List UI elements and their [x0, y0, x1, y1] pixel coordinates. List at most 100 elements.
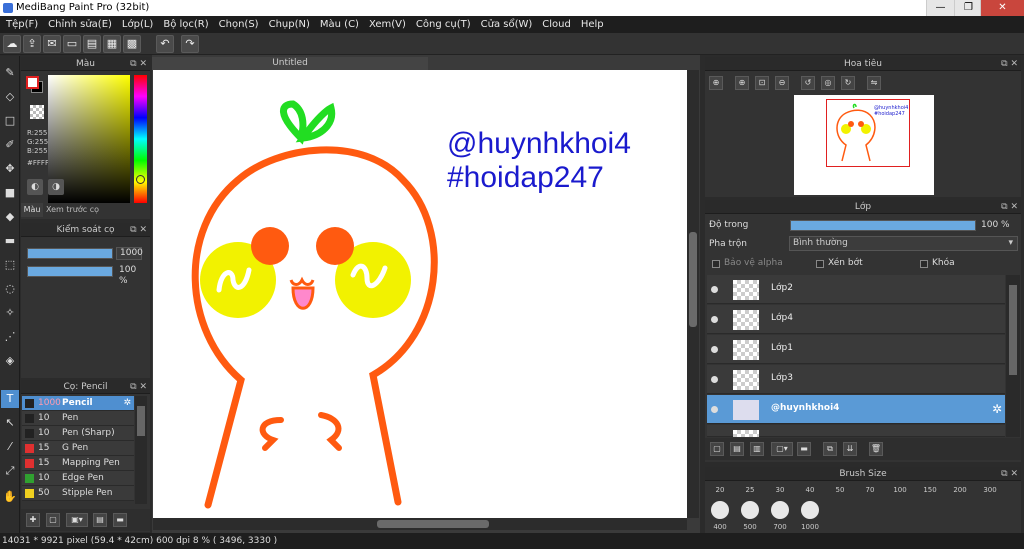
- minimize-button[interactable]: —: [926, 0, 954, 16]
- tab-color[interactable]: Màu: [21, 203, 43, 217]
- visibility-icon[interactable]: [711, 316, 718, 323]
- shape-tool-icon[interactable]: ■: [1, 184, 19, 202]
- brush-item-stipple-pen[interactable]: 50 Stipple Pen: [22, 486, 134, 501]
- brush-item-pencil[interactable]: 1000 Pencil ✲: [22, 396, 134, 411]
- brush-size-option[interactable]: 50: [829, 486, 851, 494]
- brush-size-700-dot[interactable]: [771, 501, 789, 519]
- gear-icon[interactable]: ✲: [992, 402, 1002, 416]
- layer-list-scrollbar[interactable]: [1006, 275, 1020, 437]
- brush-size-value[interactable]: 1000: [116, 247, 143, 260]
- select-pen-icon[interactable]: ⋰: [1, 328, 19, 346]
- menu-snap[interactable]: Chụp(N): [265, 19, 316, 30]
- brush-opacity-value[interactable]: 100 %: [116, 265, 146, 286]
- brush-list-scrollbar[interactable]: [135, 396, 147, 504]
- panel-controls-icon[interactable]: ⧉ ✕: [130, 380, 147, 394]
- panel-controls-icon[interactable]: ⧉ ✕: [130, 57, 147, 71]
- color-settings-icon[interactable]: ◑: [48, 179, 64, 195]
- brush-size-option[interactable]: 200: [949, 486, 971, 494]
- canvas-horizontal-scrollbar[interactable]: [153, 518, 687, 530]
- menu-layer[interactable]: Lớp(L): [118, 19, 159, 30]
- menu-color[interactable]: Màu (C): [316, 19, 365, 30]
- menu-filter[interactable]: Bộ lọc(R): [159, 19, 214, 30]
- canvas-vertical-scrollbar[interactable]: [687, 70, 699, 518]
- folder-icon[interactable]: ▬: [797, 442, 811, 456]
- panel-controls-icon[interactable]: ⧉ ✕: [1001, 200, 1018, 214]
- brush-item-g-pen[interactable]: 15 G Pen: [22, 441, 134, 456]
- add-brush-icon[interactable]: ✚: [26, 513, 40, 527]
- brush-size-option[interactable]: 1000: [799, 523, 821, 531]
- scroll-thumb[interactable]: [137, 406, 145, 436]
- rotate-reset-icon[interactable]: ◎: [821, 76, 835, 90]
- menu-select[interactable]: Chọn(S): [215, 19, 265, 30]
- panel-controls-icon[interactable]: ⧉ ✕: [1001, 467, 1018, 481]
- rect-select-icon[interactable]: □: [1, 112, 19, 130]
- fill-tool-icon[interactable]: ◆: [1, 208, 19, 226]
- brush-size-500-dot[interactable]: [741, 501, 759, 519]
- brush-size-option[interactable]: 400: [709, 523, 731, 531]
- visibility-icon[interactable]: [711, 286, 718, 293]
- visibility-icon[interactable]: [711, 346, 718, 353]
- hue-handle[interactable]: [136, 175, 145, 184]
- page-icon[interactable]: ▤: [83, 35, 101, 53]
- brush-size-option[interactable]: 700: [769, 523, 791, 531]
- grid-icon[interactable]: ▩: [123, 35, 141, 53]
- brush-item-mapping-pen[interactable]: 15 Mapping Pen: [22, 456, 134, 471]
- horizontal-scroll-thumb[interactable]: [377, 520, 489, 528]
- protect-alpha-checkbox[interactable]: [712, 260, 720, 268]
- clipping-checkbox[interactable]: [816, 260, 824, 268]
- blend-mode-select[interactable]: Bình thường ▾: [789, 236, 1018, 251]
- document-tab[interactable]: Untitled: [152, 57, 428, 70]
- menu-tools[interactable]: Công cụ(T): [412, 19, 477, 30]
- menu-view[interactable]: Xem(V): [365, 19, 412, 30]
- brush-opacity-slider[interactable]: [27, 266, 113, 277]
- new-layer-1bit-icon[interactable]: ▥: [750, 442, 764, 456]
- menu-edit[interactable]: Chỉnh sửa(E): [44, 19, 118, 30]
- visibility-icon[interactable]: [711, 406, 718, 413]
- layer-row-lop2[interactable]: Lớp2: [707, 275, 1005, 304]
- new-layer-8bit-icon[interactable]: ▤: [730, 442, 744, 456]
- eyedropper-icon[interactable]: ⁄: [1, 438, 19, 456]
- layer-row-partial[interactable]: [707, 425, 1005, 437]
- chat-icon[interactable]: ▭: [63, 35, 81, 53]
- upload-icon[interactable]: ⇪: [23, 35, 41, 53]
- cloud-icon[interactable]: ☁: [3, 35, 21, 53]
- brush-size-option[interactable]: 500: [739, 523, 761, 531]
- brush-tool-icon[interactable]: ✎: [1, 64, 19, 82]
- pen-tool-icon[interactable]: ✐: [1, 136, 19, 154]
- select-eraser-icon[interactable]: ◈: [1, 352, 19, 370]
- gradient-tool-icon[interactable]: ▬: [1, 232, 19, 250]
- palette-icon[interactable]: ◐: [27, 179, 43, 195]
- zoom-in-2-icon[interactable]: ⊕: [735, 76, 749, 90]
- brush-size-1000-dot[interactable]: [801, 501, 819, 519]
- brush-menu-icon[interactable]: ▣▾: [66, 513, 88, 527]
- brush-size-option[interactable]: 100: [889, 486, 911, 494]
- magic-wand-icon[interactable]: ✧: [1, 304, 19, 322]
- layer-row-lop4[interactable]: Lớp4: [707, 305, 1005, 334]
- tab-brush-preview[interactable]: Xem trước cọ: [46, 203, 106, 217]
- close-button[interactable]: ✕: [980, 0, 1024, 16]
- fit-icon[interactable]: ⊡: [755, 76, 769, 90]
- brush-item-pen-sharp[interactable]: 10 Pen (Sharp): [22, 426, 134, 441]
- flip-icon[interactable]: ⇋: [867, 76, 881, 90]
- lock-checkbox[interactable]: [920, 260, 928, 268]
- zoom-in-icon[interactable]: ⊕: [709, 76, 723, 90]
- brush-size-option[interactable]: 20: [709, 486, 731, 494]
- move-tool-icon[interactable]: ✥: [1, 160, 19, 178]
- text-tool-icon[interactable]: T: [1, 390, 19, 408]
- layout-icon[interactable]: ▦: [103, 35, 121, 53]
- brush-item-pen[interactable]: 10 Pen: [22, 411, 134, 426]
- select-tool-icon[interactable]: ⬚: [1, 256, 19, 274]
- panel-controls-icon[interactable]: ⧉ ✕: [130, 223, 147, 237]
- lasso-tool-icon[interactable]: ◌: [1, 280, 19, 298]
- redo-icon[interactable]: ↷: [181, 35, 199, 53]
- eraser-tool-icon[interactable]: ◇: [1, 88, 19, 106]
- comment-icon[interactable]: ✉: [43, 35, 61, 53]
- primary-color-swatch[interactable]: [26, 76, 39, 89]
- hand-tool-icon[interactable]: ✋: [1, 488, 19, 506]
- new-layer-icon[interactable]: ▢: [710, 442, 724, 456]
- menu-window[interactable]: Cửa sổ(W): [477, 19, 539, 30]
- brush-size-option[interactable]: 40: [799, 486, 821, 494]
- visibility-icon[interactable]: [711, 376, 718, 383]
- brush-size-option[interactable]: 30: [769, 486, 791, 494]
- brush-size-option[interactable]: 150: [919, 486, 941, 494]
